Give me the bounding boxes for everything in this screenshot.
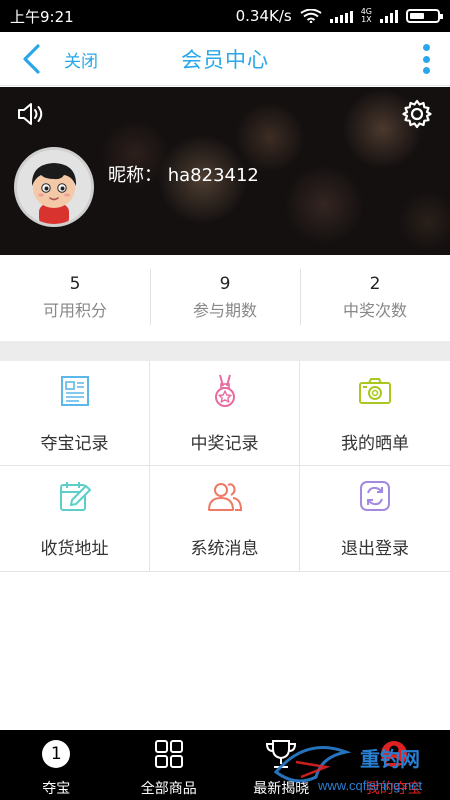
nav-item-all-products[interactable]: 全部商品 bbox=[113, 730, 226, 800]
nickname-value: ha823412 bbox=[167, 165, 259, 186]
stat-label: 可用积分 bbox=[42, 301, 107, 320]
network-speed: 0.34K/s bbox=[235, 7, 292, 25]
stat-value: 5 bbox=[69, 274, 81, 294]
nickname: 昵称： ha823412 bbox=[108, 161, 259, 187]
page-title: 会员中心 bbox=[181, 48, 269, 72]
menu-item-label: 系统消息 bbox=[190, 539, 259, 559]
avatar[interactable] bbox=[14, 147, 94, 227]
nav-icon-wrap bbox=[153, 738, 185, 770]
status-time: 上午9:21 bbox=[10, 7, 74, 26]
battery-icon bbox=[406, 9, 443, 23]
bottom-nav: 1 夺宝 全部商品 最新揭晓 我的夺宝 bbox=[0, 730, 450, 800]
menu-item-my-showcase[interactable]: 我的晒单 bbox=[300, 361, 450, 466]
edit-calendar-icon bbox=[59, 482, 91, 511]
nav-label: 夺宝 bbox=[42, 781, 71, 797]
stat-wins[interactable]: 2 中奖次数 bbox=[300, 255, 450, 341]
refresh-icon bbox=[360, 481, 390, 511]
nav-item-latest-reveal[interactable]: 最新揭晓 bbox=[225, 730, 338, 800]
status-right: 0.34K/s 4G 1X bbox=[235, 7, 443, 25]
grid-icon bbox=[154, 740, 183, 768]
nickname-label: 昵称： bbox=[108, 165, 162, 186]
stat-label: 参与期数 bbox=[192, 301, 257, 320]
menu-item-label: 收货地址 bbox=[40, 539, 109, 559]
nav-item-treasure[interactable]: 1 夺宝 bbox=[0, 730, 113, 800]
more-dot-icon bbox=[422, 55, 430, 63]
nav-label: 全部商品 bbox=[140, 781, 197, 797]
menu-grid: 夺宝记录 中奖记录 我的晒单 收货地址 系统消息 退出登录 bbox=[0, 361, 450, 572]
profile-banner: 昵称： ha823412 bbox=[0, 87, 450, 255]
stat-participations[interactable]: 9 参与期数 bbox=[150, 255, 300, 341]
wifi-icon bbox=[300, 9, 322, 23]
network-type: 4G 1X bbox=[360, 7, 372, 24]
more-menu-button[interactable] bbox=[416, 42, 436, 76]
trophy-icon bbox=[266, 740, 297, 768]
stat-value: 9 bbox=[219, 274, 231, 294]
menu-item-label: 中奖记录 bbox=[190, 434, 259, 454]
battery-level bbox=[410, 13, 424, 19]
title-bar: 关闭 会员中心 bbox=[0, 32, 450, 86]
stat-points[interactable]: 5 可用积分 bbox=[0, 255, 150, 341]
menu-item-treasure-records[interactable]: 夺宝记录 bbox=[0, 361, 150, 466]
signal-icon bbox=[329, 9, 353, 23]
camera-icon bbox=[359, 378, 391, 404]
nav-label: 我的夺宝 bbox=[365, 781, 422, 797]
member-center-screen: 上午9:21 0.34K/s 4G 1X 关闭 会员中心 昵称： ha82341… bbox=[0, 0, 450, 800]
user-icon bbox=[380, 741, 407, 767]
number-one-icon: 1 bbox=[42, 740, 71, 768]
gear-icon[interactable] bbox=[402, 99, 432, 129]
nav-label: 最新揭晓 bbox=[253, 781, 310, 797]
nav-icon-wrap bbox=[265, 738, 297, 770]
nav-item-my-treasure[interactable]: 我的夺宝 bbox=[338, 730, 450, 800]
stat-value: 2 bbox=[369, 274, 381, 294]
nav-icon-wrap bbox=[378, 738, 410, 770]
users-icon bbox=[207, 483, 242, 511]
signal-icon-2 bbox=[380, 9, 398, 23]
avatar-cartoon-icon bbox=[31, 163, 77, 224]
menu-item-label: 夺宝记录 bbox=[40, 434, 109, 454]
menu-item-system-messages[interactable]: 系统消息 bbox=[150, 466, 300, 572]
more-dot-icon bbox=[422, 67, 430, 74]
menu-item-win-records[interactable]: 中奖记录 bbox=[150, 361, 300, 466]
menu-item-label: 我的晒单 bbox=[341, 434, 409, 454]
medal-icon bbox=[214, 374, 235, 407]
stats-row: 5 可用积分 9 参与期数 2 中奖次数 bbox=[0, 255, 450, 341]
stat-label: 中奖次数 bbox=[342, 301, 407, 320]
more-dot-icon bbox=[422, 44, 430, 51]
menu-item-shipping-address[interactable]: 收货地址 bbox=[0, 466, 150, 572]
menu-item-logout[interactable]: 退出登录 bbox=[300, 466, 450, 572]
sound-icon[interactable] bbox=[16, 101, 46, 127]
status-bar: 上午9:21 0.34K/s 4G 1X bbox=[0, 0, 450, 32]
document-icon bbox=[60, 376, 89, 406]
menu-item-label: 退出登录 bbox=[341, 539, 409, 559]
section-divider bbox=[0, 341, 450, 361]
nav-icon-wrap: 1 bbox=[40, 738, 72, 770]
